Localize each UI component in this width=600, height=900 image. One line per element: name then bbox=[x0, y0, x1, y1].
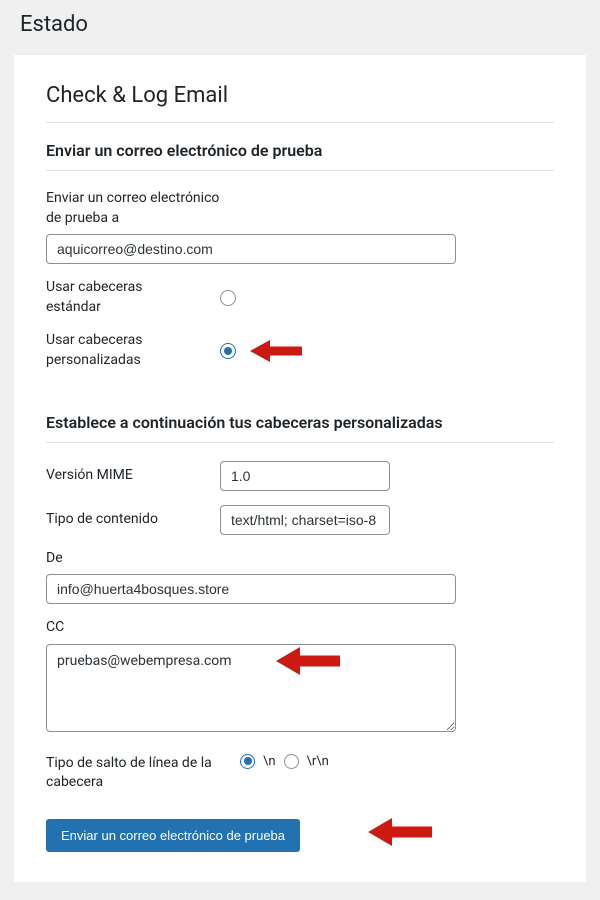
label-ctype: Tipo de contenido bbox=[46, 510, 196, 530]
label-cc: CC bbox=[46, 618, 554, 638]
radio-break-rn[interactable] bbox=[284, 754, 299, 769]
section-send-test: Enviar un correo electrónico de prueba bbox=[46, 141, 554, 160]
divider bbox=[46, 442, 554, 443]
label-std-headers: Usar cabeceras estándar bbox=[46, 278, 196, 317]
label-custom-headers: Usar cabeceras personalizadas bbox=[46, 331, 196, 370]
input-mime[interactable] bbox=[220, 461, 390, 491]
label-break-n: \n bbox=[263, 754, 276, 769]
input-ctype[interactable] bbox=[220, 505, 390, 535]
submit-button[interactable]: Enviar un correo electrónico de prueba bbox=[46, 819, 300, 852]
input-cc[interactable] bbox=[46, 644, 456, 732]
card-title: Check & Log Email bbox=[46, 83, 554, 108]
settings-card: Check & Log Email Enviar un correo elect… bbox=[14, 55, 586, 882]
radio-std-headers[interactable] bbox=[220, 290, 236, 306]
radio-break-n[interactable] bbox=[240, 754, 255, 769]
label-break-rn: \r\n bbox=[307, 754, 329, 769]
section-custom-headers: Establece a continuación tus cabeceras p… bbox=[46, 413, 554, 432]
divider bbox=[46, 170, 554, 171]
page-title: Estado bbox=[0, 0, 600, 45]
label-to: Enviar un correo electrónico de prueba a bbox=[46, 189, 226, 228]
label-line-break: Tipo de salto de línea de la cabecera bbox=[46, 754, 216, 793]
radio-custom-headers[interactable] bbox=[220, 343, 236, 359]
arrow-annotation-icon bbox=[366, 815, 436, 849]
label-from: De bbox=[46, 549, 554, 569]
label-mime: Versión MIME bbox=[46, 466, 196, 486]
input-to[interactable] bbox=[46, 234, 456, 264]
arrow-annotation-icon bbox=[248, 337, 304, 365]
divider bbox=[46, 122, 554, 123]
input-from[interactable] bbox=[46, 574, 456, 604]
